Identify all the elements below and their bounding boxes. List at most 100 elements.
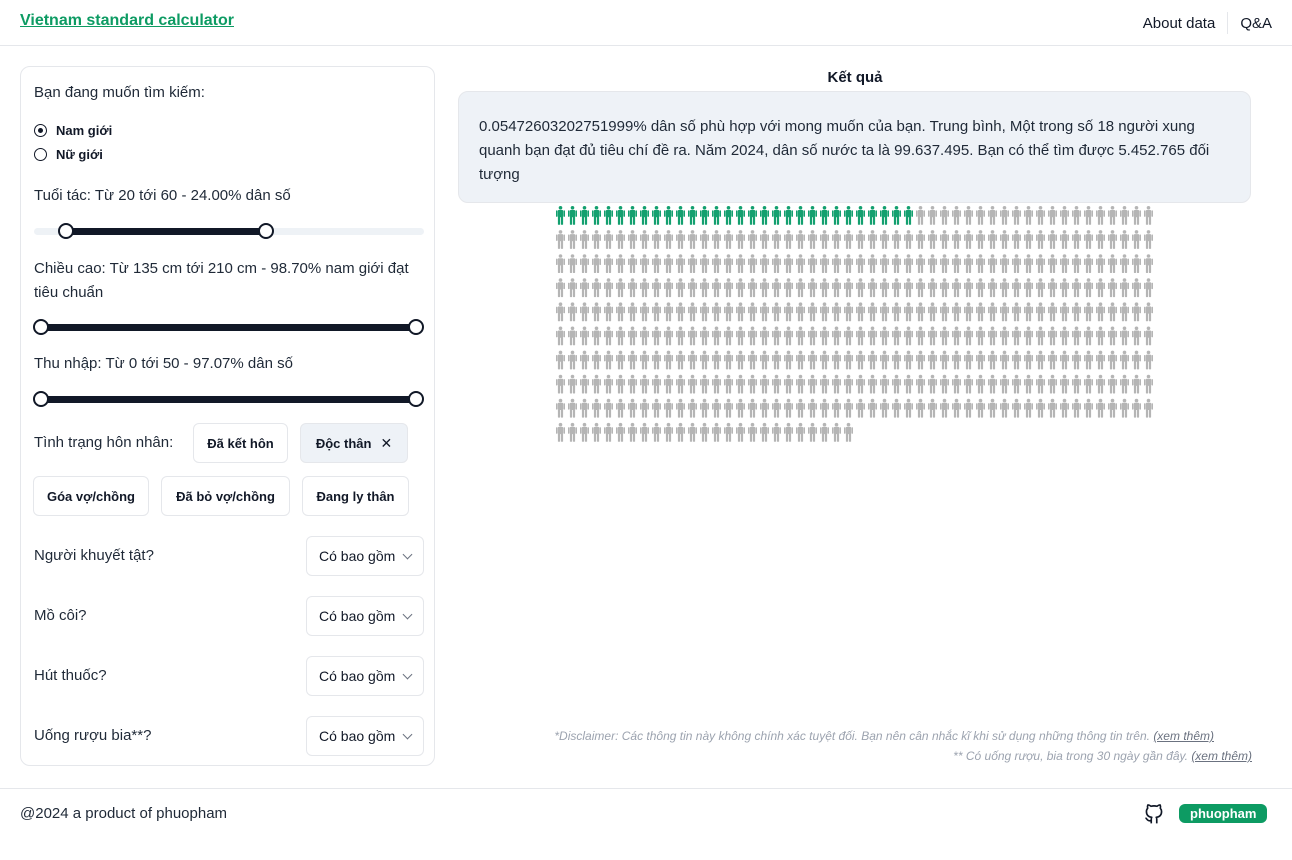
marital-chip-divorced[interactable]: Đã bỏ vợ/chồng: [161, 476, 290, 516]
see-more-link[interactable]: (xem thêm): [1153, 729, 1214, 743]
person-icon: [868, 254, 877, 273]
person-icon: [832, 398, 841, 418]
disability-select[interactable]: Có bao gồm: [306, 536, 424, 576]
person-icon: [568, 302, 577, 322]
person-icon-match: [556, 206, 565, 225]
person-icon: [1024, 398, 1033, 418]
person-icon: [1012, 398, 1021, 418]
person-icon: [1072, 398, 1081, 418]
person-icon: [976, 350, 985, 370]
person-icon-match: [700, 206, 709, 225]
person-icon-match: [904, 206, 913, 225]
person-icon: [1060, 206, 1069, 225]
marital-chip-single[interactable]: Độc thân ✕: [300, 423, 408, 463]
person-icon: [892, 230, 901, 249]
person-icon: [1132, 326, 1141, 346]
height-label: Chiều cao: Từ 135 cm tới 210 cm - 98.70%…: [34, 260, 409, 301]
person-icon: [988, 254, 997, 273]
person-icon: [844, 422, 853, 442]
income-slider-max-thumb[interactable]: [408, 391, 424, 407]
person-icon: [1120, 326, 1129, 346]
age-slider-min-thumb[interactable]: [58, 223, 74, 239]
person-icon: [640, 326, 649, 346]
brand-link[interactable]: Vietnam standard calculator: [20, 12, 234, 30]
person-icon: [640, 374, 649, 394]
close-icon[interactable]: ✕: [380, 435, 392, 452]
author-badge[interactable]: phuopham: [1179, 804, 1268, 823]
person-icon: [652, 278, 661, 298]
person-icon-match: [832, 206, 841, 225]
person-icon: [640, 254, 649, 273]
person-icon: [628, 350, 637, 370]
marital-chip-separated[interactable]: Đang ly thân: [302, 476, 409, 516]
person-icon: [916, 398, 925, 418]
gender-radio-male[interactable]: Nam giới: [34, 123, 112, 138]
person-icon: [880, 230, 889, 249]
person-icon-match: [712, 206, 721, 225]
person-icon: [832, 422, 841, 442]
see-more-link[interactable]: (xem thêm): [1191, 749, 1252, 763]
age-slider-max-thumb[interactable]: [258, 223, 274, 239]
nav-qa[interactable]: Q&A: [1240, 15, 1272, 32]
person-icon: [604, 278, 613, 298]
person-icon: [1120, 374, 1129, 394]
nav-divider: [1227, 12, 1229, 34]
marital-chip-married[interactable]: Đã kết hôn: [193, 423, 288, 463]
person-icon: [796, 302, 805, 322]
person-icon: [796, 278, 805, 298]
person-icon: [760, 254, 769, 273]
person-icon: [568, 278, 577, 298]
person-icon: [964, 350, 973, 370]
person-icon: [976, 206, 985, 225]
person-icon: [664, 278, 673, 298]
person-icon: [1108, 206, 1117, 225]
smoking-select[interactable]: Có bao gồm: [306, 656, 424, 696]
person-icon: [772, 278, 781, 298]
chip-label: Độc thân: [315, 435, 372, 451]
drinking-select[interactable]: Có bao gồm: [306, 716, 424, 756]
marital-chip-widowed[interactable]: Góa vợ/chồng: [33, 476, 149, 516]
person-icon: [796, 230, 805, 249]
person-icon: [1048, 326, 1057, 346]
gender-radio-female[interactable]: Nữ giới: [34, 147, 103, 162]
person-icon: [760, 278, 769, 298]
person-icon: [964, 278, 973, 298]
person-icon: [604, 230, 613, 249]
person-icon: [820, 398, 829, 418]
person-icon: [952, 254, 961, 273]
person-icon: [904, 230, 913, 249]
person-icon: [1060, 398, 1069, 418]
footer: @2024 a product of phuopham phuopham: [0, 788, 1292, 860]
person-icon: [724, 398, 733, 418]
person-icon: [988, 374, 997, 394]
person-icon: [604, 254, 613, 273]
income-slider-min-thumb[interactable]: [33, 391, 49, 407]
github-icon[interactable]: [1143, 802, 1165, 824]
person-icon: [640, 398, 649, 418]
person-icon: [784, 398, 793, 418]
person-icon: [820, 422, 829, 442]
person-icon: [964, 230, 973, 249]
person-icon-match: [796, 206, 805, 225]
person-icon: [616, 350, 625, 370]
orphan-select[interactable]: Có bao gồm: [306, 596, 424, 636]
person-icon: [1000, 302, 1009, 322]
person-icon: [1132, 278, 1141, 298]
nav-about-data[interactable]: About data: [1143, 15, 1216, 32]
person-icon: [1072, 278, 1081, 298]
chevron-down-icon: [402, 729, 413, 740]
person-icon: [928, 302, 937, 322]
person-icon: [652, 350, 661, 370]
person-icon: [1024, 278, 1033, 298]
person-icon: [892, 302, 901, 322]
height-slider-min-thumb[interactable]: [33, 319, 49, 335]
person-icon: [856, 254, 865, 273]
height-slider-max-thumb[interactable]: [408, 319, 424, 335]
person-icon: [1144, 254, 1153, 273]
person-icon: [820, 278, 829, 298]
person-icon: [1144, 350, 1153, 370]
person-icon: [1120, 278, 1129, 298]
person-icon: [868, 398, 877, 418]
gender-label-female: Nữ giới: [56, 147, 103, 162]
person-icon: [1072, 374, 1081, 394]
